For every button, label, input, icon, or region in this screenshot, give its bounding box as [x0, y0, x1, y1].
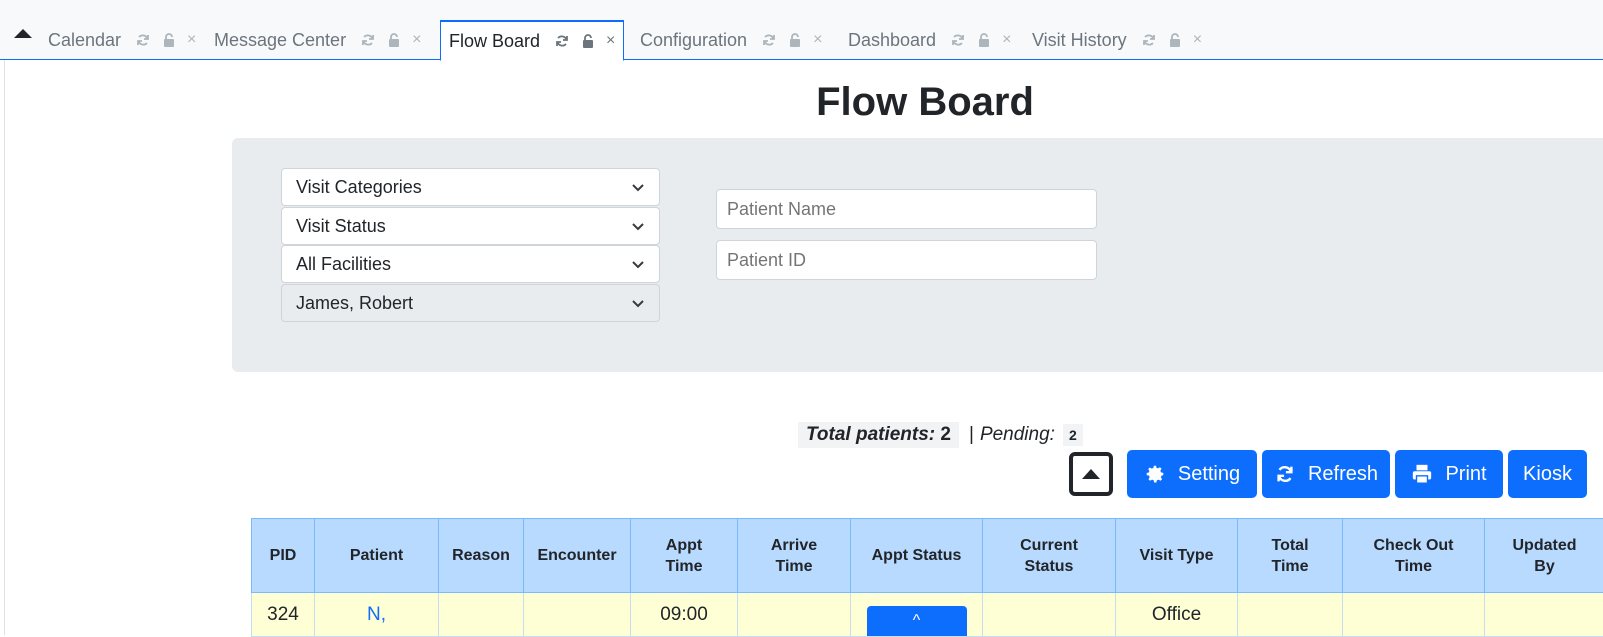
column-header-check-out-time[interactable]: Check OutTime — [1343, 519, 1485, 593]
close-icon[interactable]: × — [187, 32, 196, 48]
refresh-label: Refresh — [1308, 463, 1378, 486]
tab-label: Visit History — [1032, 30, 1127, 51]
visit-categories-select[interactable]: Visit Categories — [281, 168, 660, 206]
refresh-icon[interactable] — [950, 32, 966, 48]
lock-icon[interactable] — [1167, 32, 1183, 48]
chevron-down-icon — [631, 296, 645, 310]
refresh-icon[interactable] — [360, 32, 376, 48]
select-value: All Facilities — [296, 254, 391, 275]
appt-status-dropdown-button[interactable]: ^ — [867, 606, 967, 636]
close-icon[interactable]: × — [412, 32, 421, 48]
flow-board-table: PID Patient Reason Encounter ApptTime Ar… — [251, 518, 1603, 637]
tab-label: Calendar — [48, 30, 121, 51]
column-header-current-status[interactable]: CurrentStatus — [983, 519, 1116, 593]
pending-label: Pending: — [980, 424, 1055, 446]
select-value: Visit Categories — [296, 177, 422, 198]
tab-label: Message Center — [214, 30, 346, 51]
summary-separator: | — [969, 424, 974, 446]
close-icon[interactable]: × — [606, 33, 615, 49]
column-header-encounter[interactable]: Encounter — [524, 519, 631, 593]
total-patients: Total patients: 2 — [798, 422, 959, 448]
visit-status-select[interactable]: Visit Status — [281, 207, 660, 245]
cell-visit-type: Office — [1116, 593, 1238, 637]
chevron-down-icon — [631, 257, 645, 271]
refresh-icon[interactable] — [554, 33, 570, 49]
setting-button[interactable]: Setting — [1127, 450, 1257, 498]
cell-pid: 324 — [252, 593, 315, 637]
chevron-down-icon — [631, 219, 645, 233]
tab-bar: Calendar × Message Center × Flow Board ×… — [0, 0, 1603, 60]
filter-panel: Visit Categories Visit Status All Facili… — [232, 138, 1603, 372]
printer-icon — [1411, 463, 1433, 485]
print-button[interactable]: Print — [1395, 450, 1503, 498]
lock-icon[interactable] — [386, 32, 402, 48]
tab-flow-board[interactable]: Flow Board × — [440, 20, 624, 61]
column-header-updated-by[interactable]: UpdatedBy — [1485, 519, 1603, 593]
refresh-button[interactable]: Refresh — [1262, 450, 1390, 498]
total-patients-label: Total patients: — [806, 424, 935, 445]
table-row[interactable]: 324 N, 09:00 ^ Office — [252, 593, 1603, 637]
caret-up-icon — [1081, 468, 1101, 480]
select-value: James, Robert — [296, 293, 413, 314]
patient-id-input[interactable] — [716, 240, 1097, 280]
collapse-filters-button[interactable] — [1069, 452, 1113, 496]
tab-label: Configuration — [640, 30, 747, 51]
cell-updated-by — [1485, 593, 1603, 637]
close-icon[interactable]: × — [1193, 32, 1202, 48]
tab-label: Flow Board — [449, 31, 540, 52]
tab-dashboard[interactable]: Dashboard × — [840, 20, 1019, 60]
setting-label: Setting — [1178, 463, 1240, 486]
tab-label: Dashboard — [848, 30, 936, 51]
close-icon[interactable]: × — [813, 32, 822, 48]
caret-up-icon[interactable] — [12, 26, 34, 40]
cell-current-status — [983, 593, 1116, 637]
lock-icon[interactable] — [787, 32, 803, 48]
column-header-arrive-time[interactable]: ArriveTime — [738, 519, 851, 593]
left-divider — [4, 60, 5, 635]
column-header-reason[interactable]: Reason — [439, 519, 524, 593]
patient-name-input[interactable] — [716, 189, 1097, 229]
cell-total-time — [1238, 593, 1343, 637]
cell-arrive-time — [738, 593, 851, 637]
cell-reason — [439, 593, 524, 637]
lock-icon[interactable] — [976, 32, 992, 48]
provider-select[interactable]: James, Robert — [281, 284, 660, 322]
cell-appt-time: 09:00 — [631, 593, 738, 637]
cell-encounter — [524, 593, 631, 637]
patient-link[interactable]: N, — [315, 593, 439, 637]
tab-calendar[interactable]: Calendar × — [40, 20, 204, 60]
column-header-total-time[interactable]: TotalTime — [1238, 519, 1343, 593]
select-value: Visit Status — [296, 216, 386, 237]
lock-icon[interactable] — [161, 32, 177, 48]
refresh-icon[interactable] — [135, 32, 151, 48]
column-header-appt-status[interactable]: Appt Status — [851, 519, 983, 593]
column-header-visit-type[interactable]: Visit Type — [1116, 519, 1238, 593]
total-patients-value: 2 — [940, 424, 951, 445]
gear-icon — [1144, 463, 1166, 485]
kiosk-label: Kiosk — [1523, 463, 1572, 486]
refresh-icon[interactable] — [1141, 32, 1157, 48]
chevron-down-icon — [631, 180, 645, 194]
page-title: Flow Board — [0, 80, 1603, 125]
kiosk-button[interactable]: Kiosk — [1508, 450, 1587, 498]
pending-count-badge: 2 — [1063, 424, 1083, 446]
cell-check-out-time — [1343, 593, 1485, 637]
column-header-pid[interactable]: PID — [252, 519, 315, 593]
refresh-icon — [1274, 463, 1296, 485]
lock-icon[interactable] — [580, 33, 596, 49]
patient-summary: Total patients: 2 | Pending: 2 — [798, 420, 1083, 450]
facilities-select[interactable]: All Facilities — [281, 245, 660, 283]
column-header-appt-time[interactable]: ApptTime — [631, 519, 738, 593]
close-icon[interactable]: × — [1002, 32, 1011, 48]
tab-configuration[interactable]: Configuration × — [632, 20, 830, 60]
tab-message-center[interactable]: Message Center × — [206, 20, 429, 60]
tab-visit-history[interactable]: Visit History × — [1024, 20, 1210, 60]
column-header-patient[interactable]: Patient — [315, 519, 439, 593]
refresh-icon[interactable] — [761, 32, 777, 48]
table-header-row: PID Patient Reason Encounter ApptTime Ar… — [252, 519, 1603, 593]
cell-appt-status: ^ — [851, 593, 983, 637]
print-label: Print — [1445, 463, 1486, 486]
